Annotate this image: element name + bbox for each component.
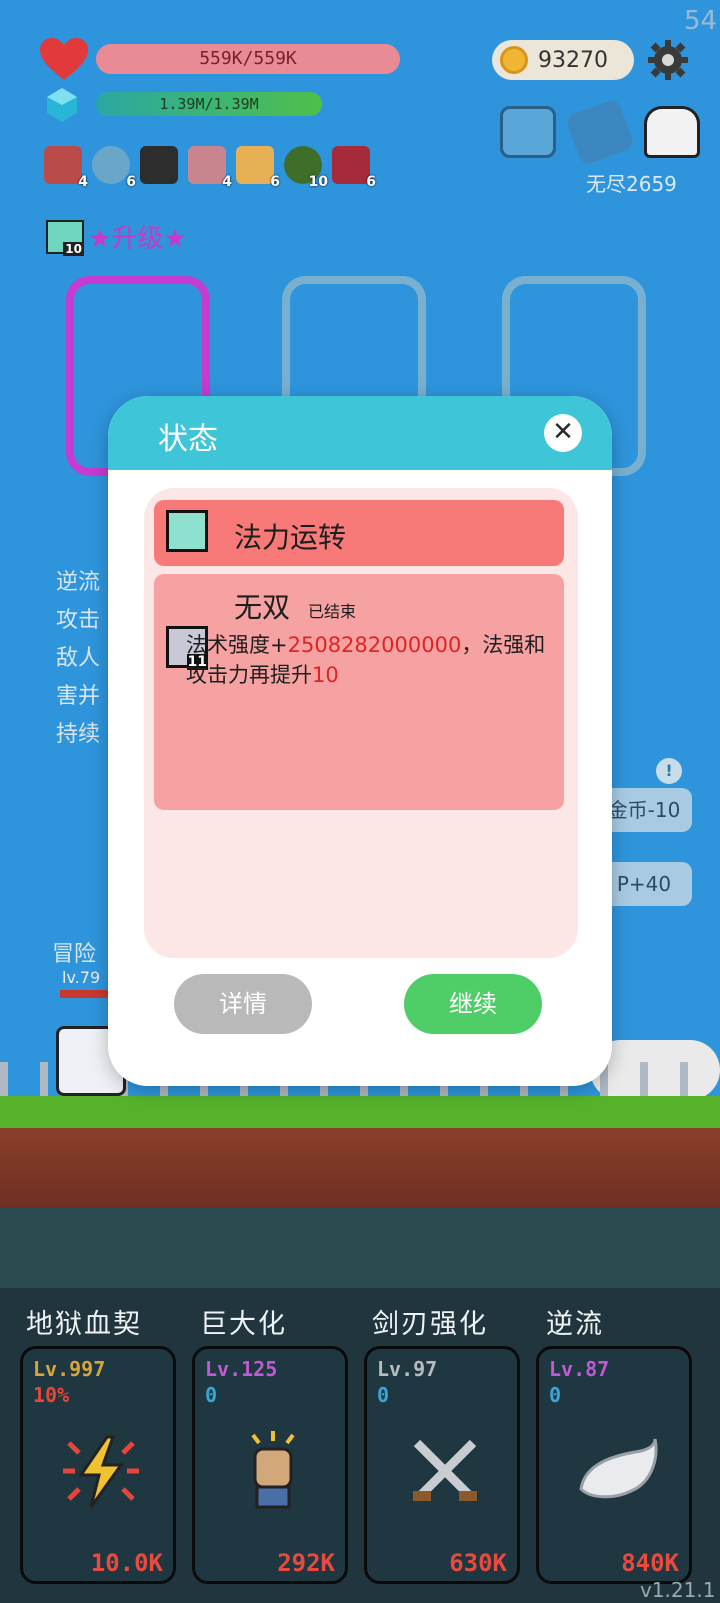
version-label: v1.21.1 (640, 1578, 716, 1602)
coin-amount: 93270 (538, 47, 608, 73)
pet-icon[interactable] (500, 106, 556, 158)
hook-icon[interactable]: 4 (188, 146, 232, 190)
skill-level: Lv.997 (33, 1357, 106, 1381)
book-icon[interactable] (564, 97, 636, 167)
skill-title: 剑刃强化 (372, 1309, 488, 1340)
gear-icon[interactable] (648, 40, 688, 80)
dirt (0, 1128, 720, 1208)
skill-card-hell-blood-pact[interactable]: Lv.997 10% 10.0K (20, 1346, 176, 1584)
hp-bar: 559K/559K (96, 44, 400, 74)
skill-title: 地狱血契 (26, 1309, 142, 1340)
continue-button[interactable]: 继续 (404, 974, 542, 1034)
river (0, 1208, 720, 1288)
skill-level: Lv.97 (377, 1357, 438, 1381)
heart-icon (40, 38, 88, 80)
ghost-icon[interactable] (644, 106, 700, 158)
endless-label: 无尽2659 (586, 172, 677, 196)
skill-sub: 0 (549, 1383, 562, 1407)
fps-counter: 54 (684, 6, 718, 36)
hero-level: lv.79 (62, 968, 101, 987)
alert-icon[interactable]: ! (656, 758, 682, 784)
skill-card-giant[interactable]: Lv.125 0 292K (192, 1346, 348, 1584)
skill-sub: 0 (205, 1383, 218, 1407)
scroll-icon[interactable]: 6 (236, 146, 280, 190)
status-description: 法术强度+2508282000000，法强和攻击力再提升10 (186, 633, 546, 687)
buff-row: 4 6 4 6 10 6 (44, 146, 376, 190)
skill-card-reverse-flow[interactable]: Lv.87 0 840K (536, 1346, 692, 1584)
skill-description-partial: 逆流 攻击 敌人 害并 持续 (56, 570, 101, 747)
skill-cost: 10.0K (90, 1549, 163, 1577)
upgrade-item-icon: 10 (46, 219, 84, 256)
coin-counter: 93270 (492, 40, 634, 80)
coin-icon (500, 46, 528, 74)
demon-icon[interactable]: 6 (332, 146, 376, 190)
upgrade-banner[interactable]: 10 ★升级★ (46, 218, 187, 256)
armor-icon[interactable]: 4 (44, 146, 88, 190)
top-right-icons (500, 97, 700, 167)
mana-gem-icon (47, 88, 77, 122)
eye-icon[interactable]: 10 (284, 146, 328, 190)
skill-cost: 840K (621, 1549, 679, 1577)
skill-level: Lv.125 (205, 1357, 278, 1381)
fist-icon (251, 1431, 295, 1509)
mp-bar: 1.39M/1.39M (96, 92, 322, 116)
skill-title: 逆流 (546, 1309, 604, 1340)
skill-card-blade-enhance[interactable]: Lv.97 0 630K (364, 1346, 520, 1584)
status-name: 无双 (234, 591, 291, 624)
status-modal: 状态 ✕ 法力运转 11 无双 已结束 法术强度+2508282000000，法… (108, 396, 612, 1086)
sword-icon[interactable] (140, 146, 178, 184)
lightbulb-icon (166, 510, 208, 552)
status-row-mana-flow[interactable] (154, 500, 564, 566)
status-ended-label: 已结束 (308, 602, 357, 621)
lightning-icon (63, 1435, 139, 1508)
grass (0, 1096, 720, 1128)
wing-icon (579, 1438, 658, 1499)
swirl-icon[interactable]: 6 (92, 146, 136, 190)
close-button[interactable]: ✕ (544, 414, 582, 452)
skill-sub: 0 (377, 1383, 390, 1407)
skill-level: Lv.87 (549, 1357, 610, 1381)
skill-cost: 630K (449, 1549, 507, 1577)
detail-button[interactable]: 详情 (174, 974, 312, 1034)
modal-title: 状态 (158, 422, 218, 457)
skill-title: 巨大化 (200, 1309, 287, 1340)
upgrade-label: ★升级★ (88, 224, 187, 254)
status-row-unparalleled[interactable] (154, 574, 564, 810)
status-name: 法力运转 (234, 521, 347, 554)
crossed-swords-icon (413, 1439, 477, 1501)
skill-sub: 10% (33, 1383, 70, 1407)
skill-cost: 292K (277, 1549, 335, 1577)
adventure-label: 冒险 (52, 942, 97, 967)
